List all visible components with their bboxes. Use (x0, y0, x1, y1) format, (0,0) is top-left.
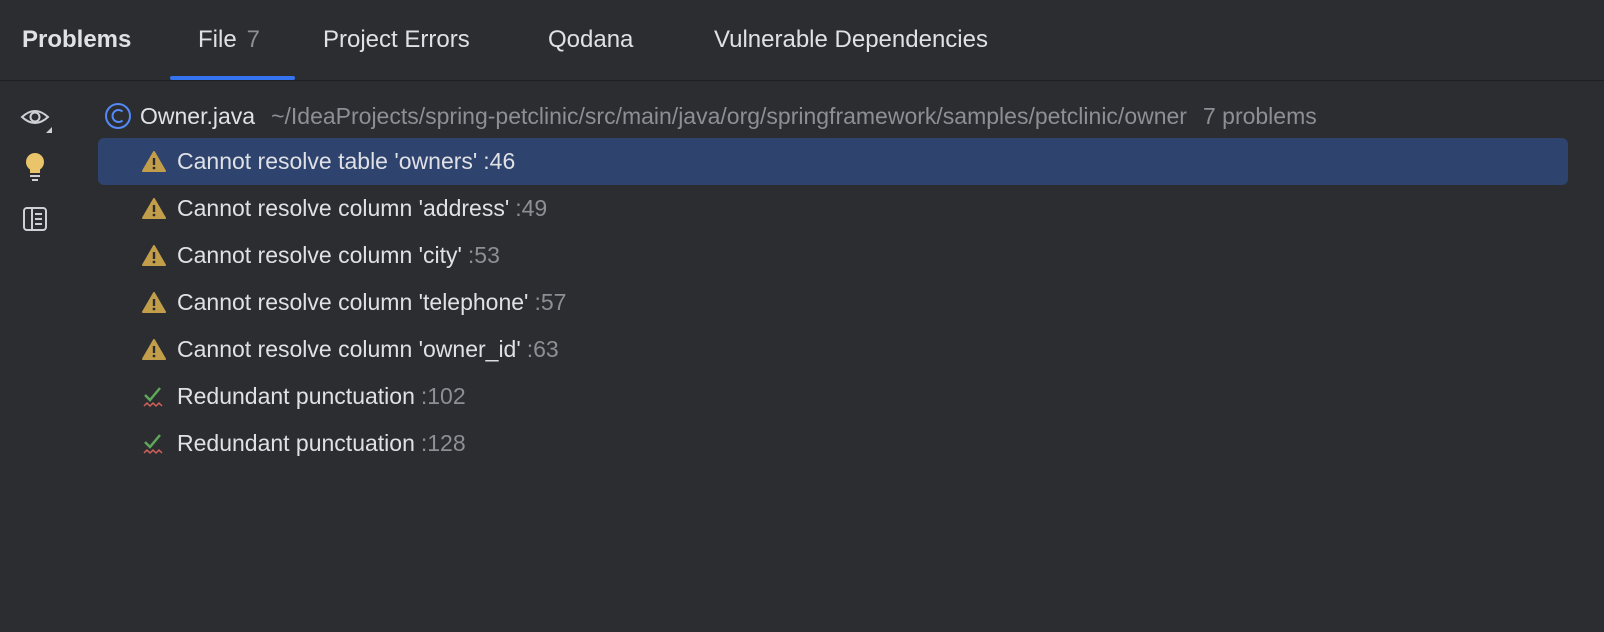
preview-panel-icon[interactable] (20, 203, 52, 235)
warning-icon (142, 150, 166, 172)
warning-icon (142, 244, 166, 266)
problem-count: 7 problems (1202, 102, 1317, 129)
problem-row[interactable]: Redundant punctuation:128 (98, 420, 1568, 467)
problem-text: Cannot resolve table 'owners' (177, 148, 478, 174)
problem-line: :63 (526, 336, 559, 362)
problem-row[interactable]: Cannot resolve table 'owners':46 (98, 138, 1568, 185)
problem-line: :102 (420, 383, 466, 409)
problem-row[interactable]: Cannot resolve column 'telephone':57 (98, 279, 1568, 326)
lightbulb-icon[interactable] (20, 151, 52, 183)
problem-text: Cannot resolve column 'city' (177, 242, 462, 268)
problem-text: Redundant punctuation (177, 430, 415, 456)
warning-icon (142, 338, 166, 360)
problem-text: Cannot resolve column 'owner_id' (177, 336, 521, 362)
tab-count: 7 (246, 26, 261, 53)
problem-line: :49 (515, 195, 548, 221)
warning-icon (142, 291, 166, 313)
problem-line: :46 (483, 148, 516, 174)
problems-tree: Owner.java ~/IdeaProjects/spring-petclin… (98, 94, 1568, 467)
problem-line: :53 (467, 242, 500, 268)
problem-row[interactable]: Cannot resolve column 'address':49 (98, 185, 1568, 232)
warning-icon (142, 197, 166, 219)
problem-row[interactable]: Cannot resolve column 'owner_id':63 (98, 326, 1568, 373)
file-node[interactable]: Owner.java ~/IdeaProjects/spring-petclin… (98, 94, 1568, 138)
problem-row[interactable]: Redundant punctuation:102 (98, 373, 1568, 420)
tool-window-header: Problems File 7 Project Errors Qodana Vul… (0, 0, 1604, 81)
java-class-icon (105, 103, 131, 129)
problem-text: Cannot resolve column 'address' (177, 195, 510, 221)
tab-project-errors[interactable]: Project Errors (323, 26, 470, 54)
problem-line: :128 (420, 430, 466, 456)
problem-text: Redundant punctuation (177, 383, 415, 409)
tab-label: File (198, 26, 237, 53)
eye-icon[interactable] (20, 103, 52, 135)
tab-vulnerable-dependencies[interactable]: Vulnerable Dependencies (714, 26, 988, 54)
grammar-check-icon (143, 386, 163, 407)
tab-qodana[interactable]: Qodana (548, 26, 633, 54)
problem-row[interactable]: Cannot resolve column 'city':53 (98, 232, 1568, 279)
active-tab-indicator (170, 76, 295, 80)
grammar-check-icon (143, 433, 163, 454)
file-name: Owner.java (140, 102, 256, 129)
problem-text: Cannot resolve column 'telephone' (177, 289, 529, 315)
problems-title: Problems (22, 26, 132, 53)
tab-file[interactable]: File 7 (198, 26, 260, 54)
file-path: ~/IdeaProjects/spring-petclinic/src/main… (271, 102, 1187, 129)
problem-line: :57 (534, 289, 567, 315)
